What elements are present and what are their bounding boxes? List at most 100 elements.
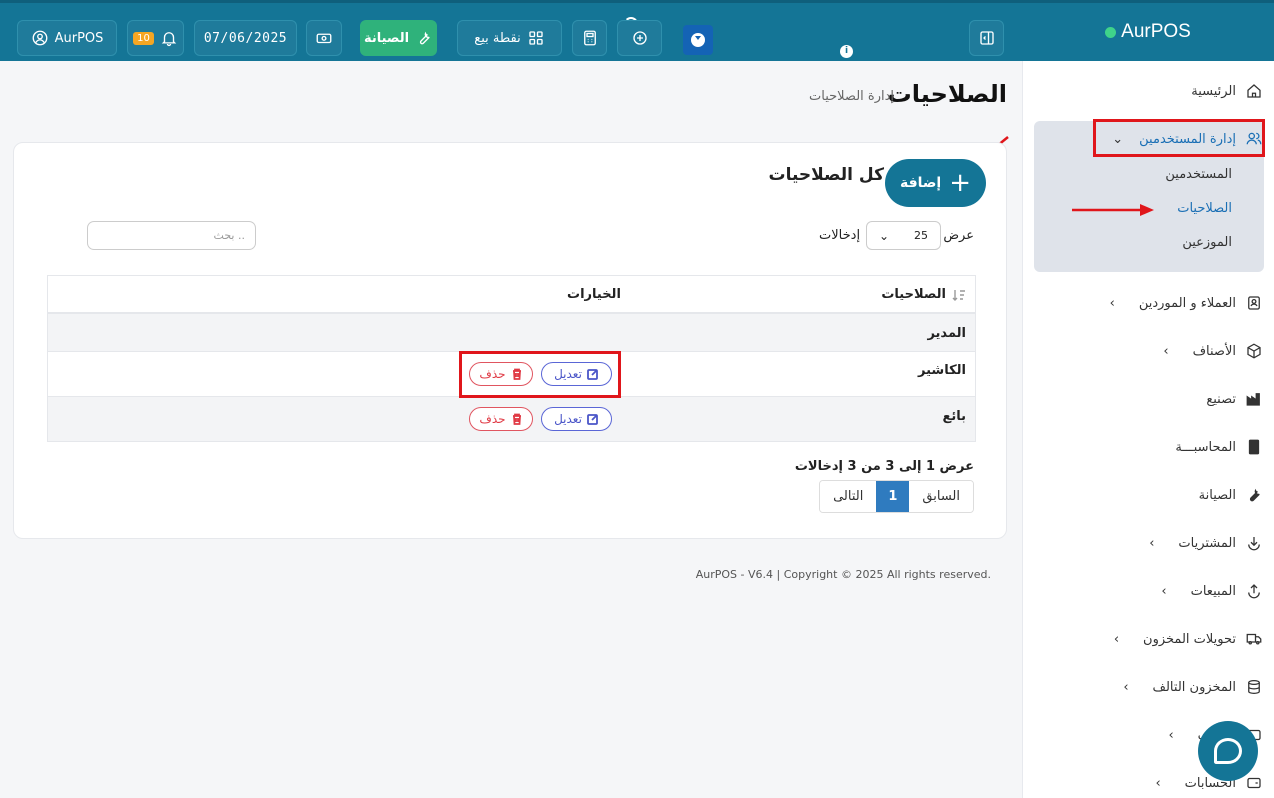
permission-name: بائع xyxy=(942,409,966,424)
add-quick-button[interactable] xyxy=(617,20,662,56)
sidebar-toggle-icon xyxy=(979,31,994,45)
breadcrumb[interactable]: إدارة الصلاحيات xyxy=(809,89,894,104)
calculator-button[interactable] xyxy=(572,20,607,56)
plus-icon: + xyxy=(949,168,972,198)
sidebar-item-sales[interactable]: ‹ المبيعات xyxy=(1022,571,1274,611)
sidebar-item-maintenance[interactable]: الصيانة xyxy=(1022,475,1274,515)
toggle-sidebar-button[interactable] xyxy=(969,20,1004,56)
arrow-pointer-icon xyxy=(1072,204,1154,216)
home-icon xyxy=(1247,84,1261,98)
cash-button[interactable] xyxy=(306,20,342,56)
user-circle-icon xyxy=(32,30,48,46)
sidebar-item-manufacturing[interactable]: تصنيع xyxy=(1022,379,1274,419)
sidebar-item-label: الرئيسية xyxy=(1191,83,1236,99)
sidebar-item-label: الأصناف xyxy=(1192,343,1236,359)
chevron-left-icon: ‹ xyxy=(1161,583,1167,599)
chevron-left-icon: ‹ xyxy=(1163,343,1169,359)
pagination-current[interactable]: 1 xyxy=(876,481,910,512)
chevron-left-icon: ‹ xyxy=(1109,295,1115,311)
wallet-icon xyxy=(1247,777,1261,789)
sidebar: الرئيسية ⌄ إدارة المستخدمين المستخدمين ا… xyxy=(1022,61,1274,798)
date-display[interactable]: 07/06/2025 xyxy=(194,20,297,56)
pagination-prev[interactable]: السابق xyxy=(909,481,973,512)
delete-button[interactable]: حذف xyxy=(469,407,533,431)
table-row: المدير xyxy=(47,314,976,352)
sidebar-item-label: الصيانة xyxy=(1198,487,1236,503)
chevron-left-icon: ‹ xyxy=(1113,631,1120,647)
bell-icon xyxy=(161,32,177,47)
highlight-box-users xyxy=(1093,119,1265,157)
sidebar-item-label: العملاء و الموردين xyxy=(1138,295,1236,311)
chevron-left-icon: ‹ xyxy=(1123,679,1129,695)
sort-icon xyxy=(952,289,965,301)
column-header-permissions[interactable]: الصلاحيات xyxy=(881,287,966,302)
pos-label: نقطة بيع xyxy=(474,30,521,46)
wrench-icon xyxy=(1249,488,1260,502)
column-header-label: الصلاحيات xyxy=(881,287,946,302)
maintenance-label: الصيانة xyxy=(363,30,410,46)
add-permission-button[interactable]: إضافة + xyxy=(885,159,986,207)
sidebar-item-customers[interactable]: ‹ العملاء و الموردين xyxy=(1022,283,1274,323)
chevron-down-icon: ⌄ xyxy=(879,228,890,243)
page-length-select[interactable]: ⌄ 25 xyxy=(866,221,941,250)
delete-label: حذف xyxy=(479,412,506,426)
pos-button[interactable]: نقطة بيع xyxy=(457,20,562,56)
trash-icon xyxy=(512,413,521,425)
table-info: عرض 1 إلى 3 من 3 إدخالات xyxy=(794,459,974,474)
sidebar-item-purchases[interactable]: ‹ المشتريات xyxy=(1022,523,1274,563)
permissions-card: كل الصلاحيات إضافة + عرض ⌄ 25 إدخالات بح… xyxy=(13,142,1007,539)
table-header: الصلاحيات الخيارات xyxy=(47,275,976,314)
sidebar-item-label: المحاسبـــة xyxy=(1175,439,1236,455)
chevron-left-icon: ‹ xyxy=(1149,535,1155,551)
page-length-value: 25 xyxy=(914,229,928,242)
search-input[interactable]: بحث .. xyxy=(87,221,256,250)
edit-icon xyxy=(587,414,598,425)
arrow-down-icon xyxy=(691,33,705,47)
edit-button[interactable]: تعديل xyxy=(541,407,612,431)
cash-icon xyxy=(316,33,332,44)
pagination-next[interactable]: التالى xyxy=(820,481,877,512)
sidebar-item-items[interactable]: ‹ الأصناف xyxy=(1022,331,1274,371)
notification-count-badge: 10 xyxy=(133,31,154,45)
edit-label: تعديل xyxy=(554,412,582,426)
brand-logo[interactable]: AurPOS xyxy=(1022,3,1274,61)
permission-name: المدير xyxy=(927,326,966,341)
factory-icon xyxy=(1246,393,1260,406)
submenu-item-permissions[interactable]: الصلاحيات xyxy=(1177,201,1232,216)
entries-label: إدخالات xyxy=(819,228,861,243)
chat-button[interactable] xyxy=(1198,721,1258,781)
submenu-item-users[interactable]: المستخدمين xyxy=(1165,167,1232,182)
sidebar-item-label: المبيعات xyxy=(1190,583,1236,599)
grid-icon xyxy=(529,31,543,45)
notifications-button[interactable]: 10 xyxy=(127,20,184,56)
book-icon xyxy=(1248,439,1260,455)
sidebar-item-stock-transfers[interactable]: ‹ تحويلات المخزون xyxy=(1022,619,1274,659)
show-label: عرض xyxy=(943,228,974,243)
sidebar-item-label: المشتريات xyxy=(1178,535,1236,551)
contacts-icon xyxy=(1248,296,1260,310)
upload-icon xyxy=(1248,584,1260,599)
date-text: 07/06/2025 xyxy=(203,30,288,46)
download-icon xyxy=(1248,537,1260,551)
sidebar-item-accounting[interactable]: المحاسبـــة xyxy=(1022,427,1274,467)
sidebar-item-damaged-stock[interactable]: ‹ المخزون التالف xyxy=(1022,667,1274,707)
pagination: التالى 1 السابق xyxy=(819,480,974,513)
table-row: بائع تعديل حذف xyxy=(47,397,976,442)
download-app-button[interactable] xyxy=(683,25,713,55)
info-icon[interactable]: i xyxy=(840,45,853,58)
database-icon xyxy=(1248,679,1260,695)
user-menu-button[interactable]: AurPOS xyxy=(17,20,117,56)
add-label: إضافة xyxy=(899,175,942,191)
top-bar: AurPOS 10 07/06/2025 الصيانة نقطة بيع i … xyxy=(0,0,1274,61)
truck-icon xyxy=(1246,633,1262,645)
page-title: الصلاحيات xyxy=(887,80,1007,108)
column-header-options: الخيارات xyxy=(567,287,621,302)
sidebar-item-home[interactable]: الرئيسية xyxy=(1022,71,1274,111)
maintenance-button[interactable]: الصيانة xyxy=(360,20,437,56)
chat-bubble-icon xyxy=(1214,738,1242,764)
box-icon xyxy=(1247,343,1261,359)
highlight-box-actions xyxy=(459,351,621,398)
footer-copyright: AurPOS - V6.4 | Copyright © 2025 All rig… xyxy=(695,568,991,581)
submenu-item-distributors[interactable]: الموزعين xyxy=(1182,235,1232,250)
sidebar-item-label: تحويلات المخزون xyxy=(1143,631,1236,647)
